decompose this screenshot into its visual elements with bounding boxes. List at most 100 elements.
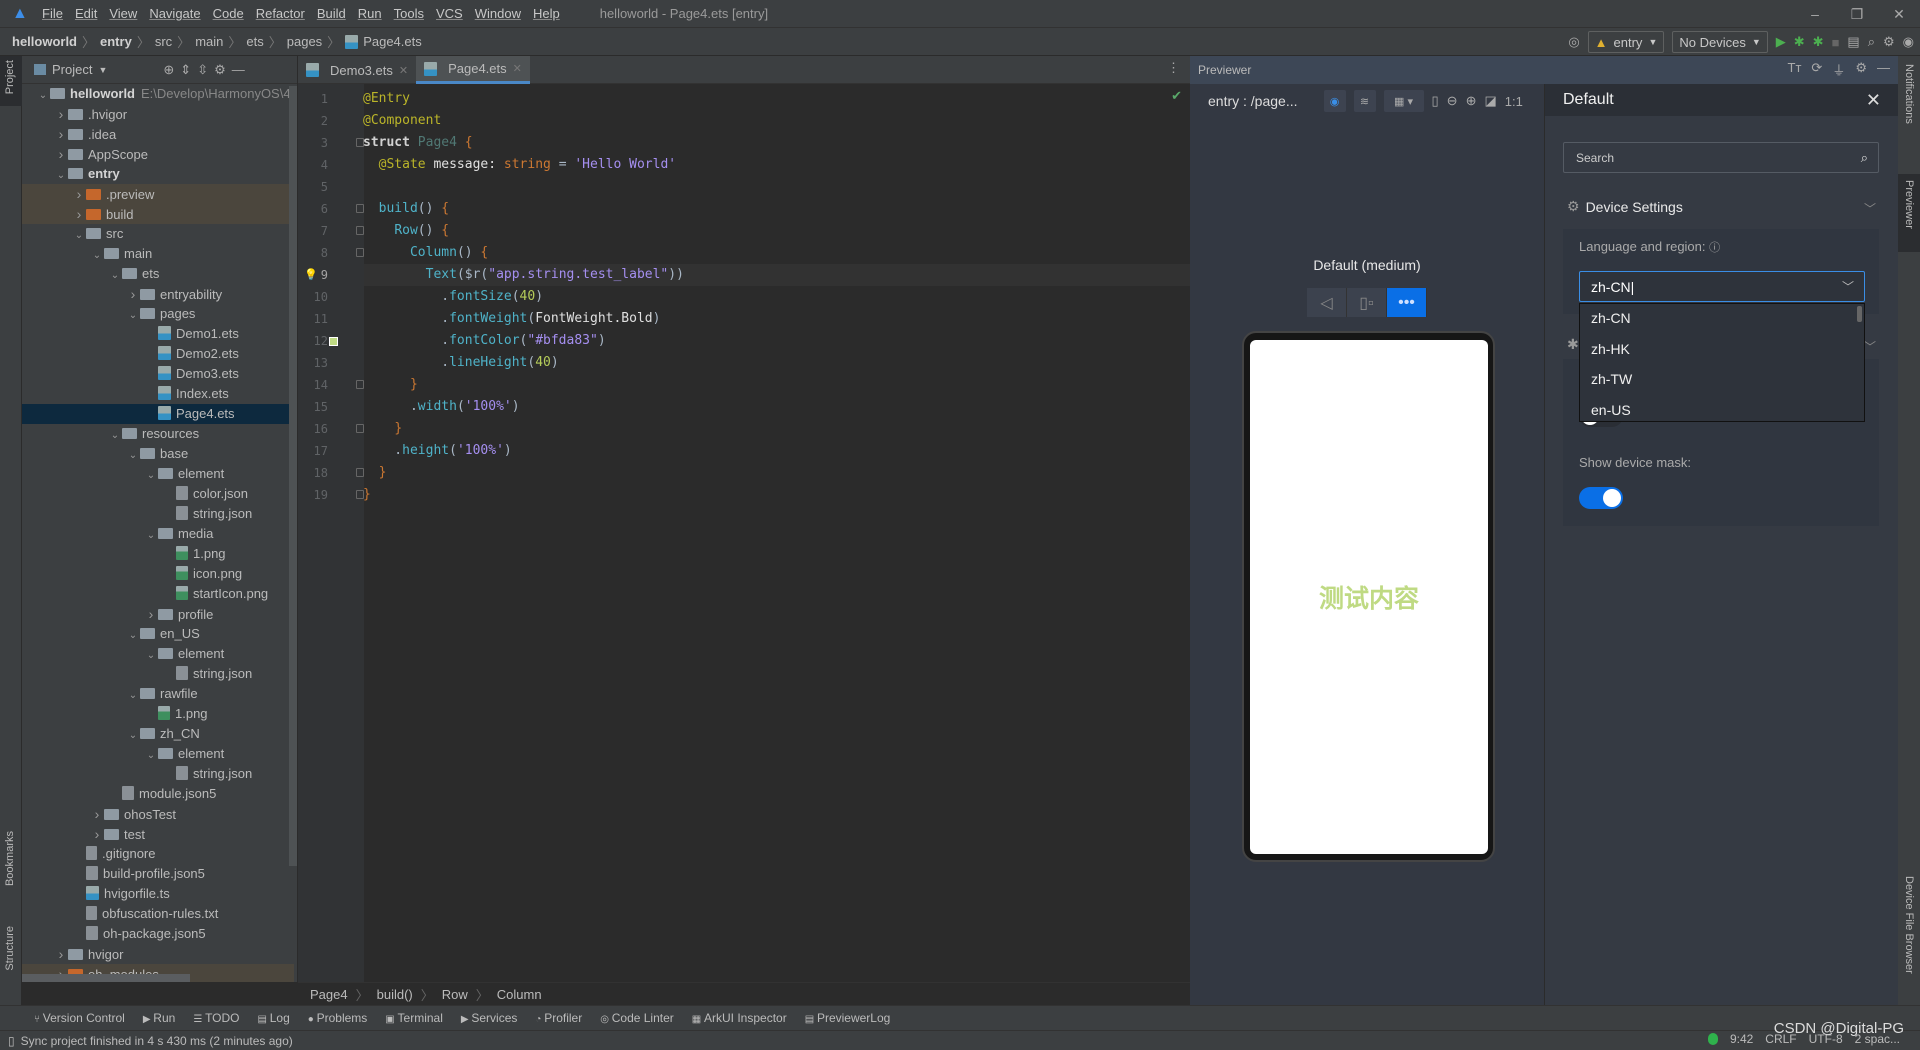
hide-icon[interactable]: —	[1877, 60, 1890, 79]
zoom-in-icon[interactable]: ⊕	[1466, 93, 1477, 109]
locate-icon[interactable]: ⊕	[163, 62, 174, 78]
tree-item[interactable]: › .hvigor	[22, 104, 294, 124]
hide-icon[interactable]: —	[232, 62, 245, 77]
tree-item[interactable]: ⌄ rawfile	[22, 684, 294, 704]
debug-section[interactable]: ✱	[1567, 336, 1579, 353]
more-tabs-icon[interactable]: ⋮	[1167, 60, 1180, 76]
previewer-tool-button[interactable]: Previewer	[1903, 180, 1915, 229]
chevron-down-icon[interactable]: ⌄	[144, 746, 158, 766]
minimize-button[interactable]: –	[1794, 0, 1836, 28]
tool-window-arkui-inspector[interactable]: ▦ ArkUI Inspector	[692, 1011, 787, 1025]
tool-window-problems[interactable]: ● Problems	[308, 1011, 368, 1025]
close-tab-icon[interactable]: ✕	[513, 62, 522, 75]
code-line[interactable]: Row() {	[363, 220, 449, 242]
fold-marker-icon[interactable]	[356, 424, 364, 433]
code-line[interactable]: struct Page4 {	[363, 132, 473, 154]
tree-item[interactable]: › .idea	[22, 124, 294, 144]
tree-vertical-scrollbar[interactable]	[289, 86, 297, 866]
device-file-browser-button[interactable]: Device File Browser	[1903, 876, 1915, 974]
search-icon[interactable]: ⌕	[1868, 34, 1875, 50]
chevron-right-icon[interactable]: ›	[90, 824, 104, 844]
frame-icon[interactable]: ▯	[1432, 93, 1439, 109]
expand-all-icon[interactable]: ⇕	[180, 62, 191, 78]
fold-marker-icon[interactable]	[356, 468, 364, 477]
tree-item[interactable]: › .preview	[22, 184, 294, 204]
fold-marker-icon[interactable]	[356, 380, 364, 389]
multi-device-icon[interactable]: ▦ ▾	[1383, 90, 1424, 112]
tree-item[interactable]: ⌄ element	[22, 744, 294, 764]
menu-tools[interactable]: Tools	[394, 6, 424, 21]
tree-item[interactable]: ⌄ zh_CN	[22, 724, 294, 744]
breadcrumb-item[interactable]: entry	[100, 34, 132, 49]
close-icon[interactable]: ✕	[1866, 90, 1881, 111]
tree-item[interactable]: ⌄ element	[22, 464, 294, 484]
tree-item[interactable]: ⌄ pages	[22, 304, 294, 324]
device-mask-toggle[interactable]	[1579, 487, 1623, 509]
chevron-down-icon[interactable]: ⌄	[108, 426, 122, 446]
code-area[interactable]: @Entry @Component struct Page4 { @State me…	[298, 84, 1190, 982]
chevron-down-icon[interactable]: ⌄	[90, 246, 104, 266]
breadcrumb-item[interactable]: src	[155, 34, 172, 49]
chevron-down-icon[interactable]: ⌄	[126, 446, 140, 466]
tree-item[interactable]: Page4.ets	[22, 404, 294, 424]
chevron-right-icon[interactable]: ›	[144, 604, 158, 624]
chevron-down-icon[interactable]: ⌄	[144, 526, 158, 546]
tree-item[interactable]: oh-package.json5	[22, 924, 294, 944]
layers-icon[interactable]: ≋	[1353, 90, 1376, 112]
code-line[interactable]: @State message: string = 'Hello World'	[363, 154, 676, 176]
tree-item[interactable]: › build	[22, 204, 294, 224]
chevron-down-icon[interactable]: ⌄	[144, 646, 158, 666]
page-selector[interactable]: entry : /page...	[1208, 93, 1298, 109]
attach-debugger-icon[interactable]: ✱	[1813, 34, 1824, 50]
menu-edit[interactable]: Edit	[75, 6, 97, 21]
chevron-right-icon[interactable]: ›	[72, 204, 86, 224]
code-line[interactable]: build() {	[363, 198, 449, 220]
breadcrumb-item[interactable]: Page4.ets	[363, 34, 422, 49]
restore-button[interactable]: ❐	[1836, 0, 1878, 28]
inspector-icon[interactable]: ◉	[1323, 90, 1346, 112]
fold-marker-icon[interactable]	[356, 490, 364, 499]
tree-item[interactable]: string.json	[22, 504, 294, 524]
breadcrumb-item[interactable]: pages	[287, 34, 322, 49]
tree-item[interactable]: › profile	[22, 604, 294, 624]
tree-item[interactable]: obfuscation-rules.txt	[22, 904, 294, 924]
dropdown-scrollbar[interactable]	[1857, 306, 1862, 322]
status-message[interactable]: Sync project finished in 4 s 430 ms (2 m…	[21, 1034, 293, 1048]
tool-window-terminal[interactable]: ▣ Terminal	[385, 1011, 443, 1025]
code-line[interactable]: Text($r("app.string.test_label"))	[363, 264, 684, 286]
code-line[interactable]: }	[363, 462, 387, 484]
chevron-down-icon[interactable]: ⌄	[126, 726, 140, 746]
code-line[interactable]: @Component	[363, 110, 441, 132]
gear-icon[interactable]: ⚙	[214, 62, 226, 78]
language-option-en-us[interactable]: en-US	[1591, 402, 1631, 418]
plug-icon[interactable]: ⏚	[1832, 60, 1845, 79]
chevron-down-icon[interactable]: ⌄	[126, 306, 140, 326]
tool-window-run[interactable]: ▶ Run	[143, 1011, 175, 1025]
fold-marker-icon[interactable]	[356, 248, 364, 257]
tree-item[interactable]: ⌄ src	[22, 224, 294, 244]
tree-item[interactable]: ⌄ base	[22, 444, 294, 464]
menu-code[interactable]: Code	[213, 6, 244, 21]
menu-vcs[interactable]: VCS	[436, 6, 463, 21]
tree-item[interactable]: .gitignore	[22, 844, 294, 864]
chevron-down-icon[interactable]: ﹀	[1864, 200, 1876, 217]
tree-item[interactable]: ⌄ media	[22, 524, 294, 544]
actual-size-button[interactable]: 1:1	[1505, 94, 1523, 109]
breadcrumb-item[interactable]: helloworld	[12, 34, 77, 49]
tree-item[interactable]: hvigorfile.ts	[22, 884, 294, 904]
tree-item[interactable]: Index.ets	[22, 384, 294, 404]
target-icon[interactable]: ◎	[1568, 34, 1579, 50]
collapse-all-icon[interactable]: ⇳	[197, 62, 208, 78]
tree-item[interactable]: ⌄ element	[22, 644, 294, 664]
language-select[interactable]: zh-CN | ﹀	[1579, 271, 1865, 302]
chevron-down-icon[interactable]: ⌄	[126, 626, 140, 646]
fold-marker-icon[interactable]	[356, 204, 364, 213]
tree-item[interactable]: › AppScope	[22, 144, 294, 164]
project-view-selector[interactable]: Project	[52, 62, 92, 77]
more-button[interactable]: •••	[1387, 288, 1427, 317]
tree-item[interactable]: 1.png	[22, 544, 294, 564]
code-line[interactable]: .fontWeight(FontWeight.Bold)	[363, 308, 660, 330]
close-tab-icon[interactable]: ✕	[399, 64, 408, 77]
tree-item[interactable]: Demo2.ets	[22, 344, 294, 364]
chevron-down-icon[interactable]: ⌄	[144, 466, 158, 486]
